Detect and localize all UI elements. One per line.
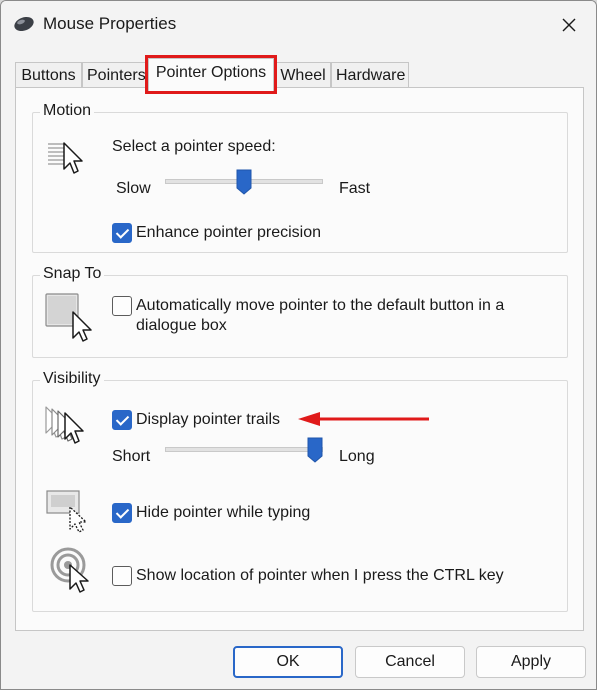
pointer-speed-icon — [48, 142, 83, 174]
visibility-group: Visibility Display pointer trails Short … — [32, 370, 568, 612]
snap-to-label-line2: dialogue box — [136, 317, 227, 334]
pointer-trails-label: Display pointer trails — [136, 411, 281, 428]
close-icon[interactable] — [552, 9, 586, 41]
tab-pointer-options[interactable]: Pointer Options — [145, 55, 277, 94]
pointer-trails-icon — [45, 406, 84, 444]
enhance-precision-checkbox[interactable] — [112, 223, 132, 243]
snap-to-group: Snap To Automatically move pointer to th… — [32, 265, 568, 358]
tab-hardware[interactable]: Hardware — [331, 62, 409, 90]
ok-button[interactable]: OK — [233, 646, 343, 678]
hide-pointer-icon — [46, 490, 87, 533]
trail-length-track — [165, 447, 323, 452]
snap-to-checkbox[interactable] — [112, 296, 132, 316]
title-bar: Mouse Properties — [1, 1, 596, 49]
apply-button[interactable]: Apply — [476, 646, 586, 678]
window-title: Mouse Properties — [43, 14, 177, 33]
mouse-app-icon — [14, 16, 34, 32]
cancel-button[interactable]: Cancel — [355, 646, 465, 678]
mouse-properties-window: Mouse Properties Buttons Pointers Pointe… — [0, 0, 597, 690]
long-label: Long — [339, 448, 375, 465]
tab-buttons[interactable]: Buttons — [15, 62, 82, 90]
trail-length-slider[interactable] — [307, 437, 323, 463]
tab-wheel[interactable]: Wheel — [275, 62, 331, 90]
visibility-group-label: Visibility — [40, 370, 104, 388]
show-location-label: Show location of pointer when I press th… — [136, 567, 504, 584]
enhance-precision-label: Enhance pointer precision — [136, 224, 322, 241]
hide-pointer-checkbox[interactable] — [112, 503, 132, 523]
snap-to-label-line1: Automatically move pointer to the defaul… — [136, 297, 505, 314]
annotation-arrow-icon — [298, 412, 429, 426]
fast-label: Fast — [339, 180, 371, 197]
pointer-speed-slider[interactable] — [236, 169, 252, 195]
snap-to-icon — [45, 293, 92, 342]
short-label: Short — [112, 448, 151, 465]
motion-group-label: Motion — [40, 102, 95, 120]
pointer-speed-label: Select a pointer speed: — [112, 138, 276, 155]
motion-group: Motion Select a pointer speed: Slow Fast… — [32, 102, 568, 253]
slow-label: Slow — [116, 180, 151, 197]
show-location-checkbox[interactable] — [112, 566, 132, 586]
snap-to-group-label: Snap To — [40, 265, 105, 283]
hide-pointer-label: Hide pointer while typing — [136, 504, 311, 521]
pointer-options-panel: Motion Select a pointer speed: Slow Fast… — [15, 87, 584, 631]
pointer-trails-checkbox[interactable] — [112, 410, 132, 430]
tab-pointers[interactable]: Pointers — [82, 62, 148, 90]
show-location-icon — [50, 547, 89, 593]
